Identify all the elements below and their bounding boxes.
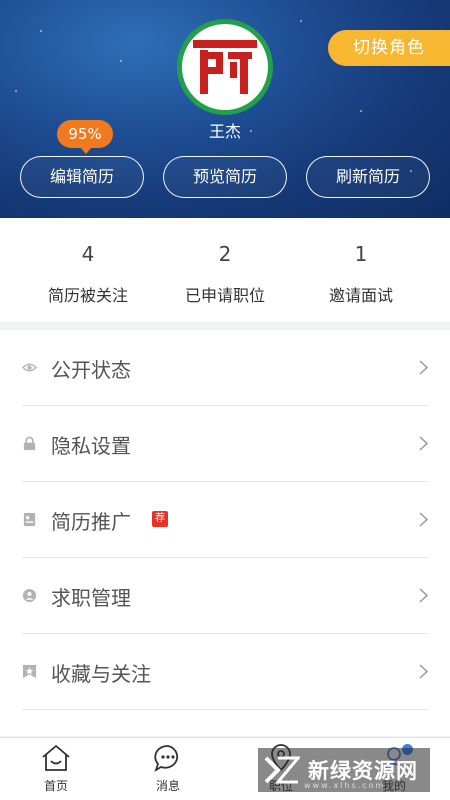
eye-icon xyxy=(22,363,37,372)
stat-label: 邀请面试 xyxy=(328,286,393,305)
settings-menu: 公开状态 隐私设置 简历推广 荐 求职管理 收藏与关注 xyxy=(0,330,450,736)
switch-role-button[interactable]: 切换角色 xyxy=(328,30,450,66)
stat-value: 1 xyxy=(354,242,368,266)
user-circle-icon xyxy=(22,588,37,603)
menu-item-label: 隐私设置 xyxy=(51,434,131,458)
home-icon xyxy=(42,744,70,771)
menu-item-job-management[interactable]: 求职管理 xyxy=(0,558,450,634)
menu-item-label: 求职管理 xyxy=(51,586,131,610)
preview-resume-button[interactable]: 预览简历 xyxy=(163,156,287,198)
menu-item-label: 收藏与关注 xyxy=(51,662,151,686)
tab-home[interactable]: 首页 xyxy=(0,738,112,800)
lock-icon xyxy=(23,436,36,451)
menu-item-favorites[interactable]: 收藏与关注 xyxy=(0,634,450,710)
stat-value: 4 xyxy=(81,242,95,266)
recommend-badge: 荐 xyxy=(152,511,168,527)
resume-icon xyxy=(23,512,36,527)
tab-label: 首页 xyxy=(43,779,68,793)
chevron-right-icon xyxy=(419,512,428,527)
divider xyxy=(22,709,428,710)
stat-followed[interactable]: 4 简历被关注 xyxy=(13,218,163,322)
watermark-subtext: www.xlhs.com xyxy=(304,781,386,790)
tab-label: 消息 xyxy=(155,779,180,793)
avatar-logo-icon xyxy=(193,40,257,94)
star-box-icon xyxy=(22,664,37,679)
stats-bar: 4 简历被关注 2 已申请职位 1 邀请面试 xyxy=(0,218,450,322)
chevron-right-icon xyxy=(419,436,428,451)
menu-item-privacy[interactable]: 隐私设置 xyxy=(0,406,450,482)
profile-header: 切换角色 王杰 95% 编辑简历 预览简历 刷新简历 xyxy=(0,0,450,218)
refresh-resume-button[interactable]: 刷新简历 xyxy=(306,156,430,198)
watermark-logo-icon xyxy=(264,756,300,784)
menu-item-resume-promotion[interactable]: 简历推广 荐 xyxy=(0,482,450,558)
chevron-right-icon xyxy=(419,664,428,679)
chevron-right-icon xyxy=(419,360,428,375)
edit-resume-button[interactable]: 编辑简历 xyxy=(20,156,144,198)
menu-item-public-status[interactable]: 公开状态 xyxy=(0,330,450,406)
menu-item-label: 简历推广 xyxy=(51,510,131,534)
stat-label: 简历被关注 xyxy=(47,286,128,305)
resume-progress-badge: 95% xyxy=(57,120,113,154)
menu-item-label: 公开状态 xyxy=(51,358,131,382)
stat-label: 已申请职位 xyxy=(184,286,265,305)
watermark: 新绿资源网 www.xlhs.com xyxy=(258,748,430,792)
chat-icon xyxy=(154,745,179,773)
avatar[interactable] xyxy=(177,19,273,115)
tab-messages[interactable]: 消息 xyxy=(112,738,224,800)
stat-applied[interactable]: 2 已申请职位 xyxy=(150,218,300,322)
stat-interview[interactable]: 1 邀请面试 xyxy=(286,218,436,322)
stat-value: 2 xyxy=(218,242,232,266)
chevron-right-icon xyxy=(419,588,428,603)
